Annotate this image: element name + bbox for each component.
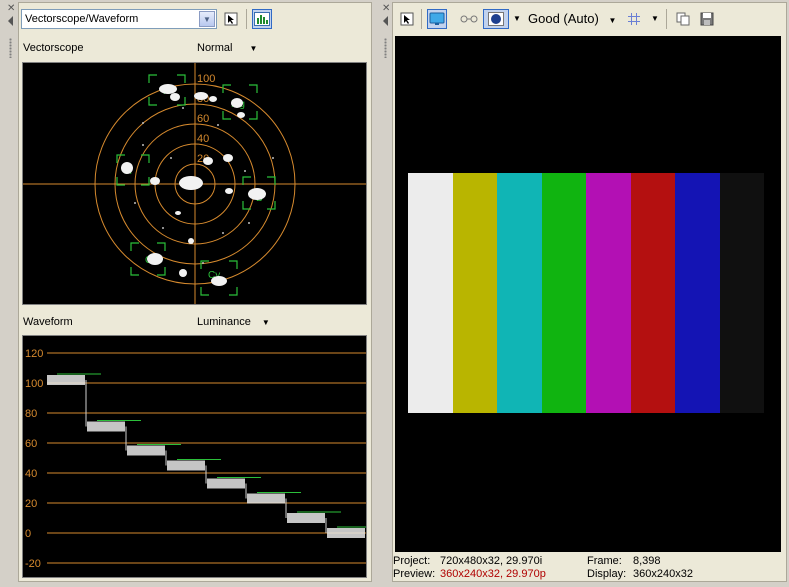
project-value: 720x480x32, 29.970i xyxy=(440,555,543,567)
waveform-mode-dropdown[interactable]: Luminance ▼ xyxy=(197,316,270,328)
overlays-dropdown-arrow-icon[interactable]: ▼ xyxy=(513,14,521,23)
vectorscope-mode-dropdown[interactable]: Normal ▼ xyxy=(197,42,257,54)
preview-label: Preview: xyxy=(393,568,436,580)
color-bars-image xyxy=(408,173,764,413)
waveform-scale-label: 80 xyxy=(25,408,37,420)
copy-snapshot-button[interactable] xyxy=(673,9,693,29)
grid-icon xyxy=(628,13,640,25)
preview-quality-dropdown[interactable]: Good (Auto) ▼ xyxy=(528,11,616,26)
split-screen-button[interactable] xyxy=(459,9,479,29)
scope-settings-button[interactable] xyxy=(221,9,241,29)
toolbar-separator xyxy=(421,9,422,29)
dropdown-arrow-icon: ▼ xyxy=(261,318,270,327)
dropdown-arrow-icon: ▼ xyxy=(608,16,617,25)
color-bar-0 xyxy=(408,173,453,413)
waveform-scale-label: 40 xyxy=(25,468,37,480)
monitor-icon xyxy=(429,12,445,25)
waveform-step xyxy=(127,445,165,456)
right-toolbar-grip[interactable] xyxy=(384,38,387,58)
frame-value: 8,398 xyxy=(633,555,661,567)
waveform-scale-label: 20 xyxy=(25,498,37,510)
chevron-down-icon[interactable]: ▼ xyxy=(199,11,215,27)
right-window-collapse-icon[interactable] xyxy=(383,16,388,26)
left-window-collapse-icon[interactable] xyxy=(8,16,13,26)
waveform-step xyxy=(87,421,125,432)
color-bar-6 xyxy=(675,173,720,413)
ring-label-40: 40 xyxy=(197,133,209,145)
waveform-mode-value: Luminance xyxy=(197,316,251,328)
color-bar-7 xyxy=(719,173,764,413)
vectorscope-graph: 100 80 60 40 20 R Mg Yl B G Cy xyxy=(23,63,366,304)
color-bar-5 xyxy=(630,173,675,413)
update-scopes-button[interactable] xyxy=(252,9,272,29)
waveform-scale-label: 100 xyxy=(25,378,43,390)
waveform-graph: 120 100 80 60 40 20 0 -20 xyxy=(25,348,381,570)
scope-type-select[interactable]: Vectorscope/Waveform ▼ xyxy=(21,9,217,29)
overlay-icon xyxy=(488,12,504,26)
vectorscope-display: 100 80 60 40 20 R Mg Yl B G Cy xyxy=(22,62,367,305)
copy-icon xyxy=(676,12,690,26)
preview-quality-value: Good (Auto) xyxy=(528,11,599,26)
status-bar: Project: 720x480x32, 29.970i Preview: 36… xyxy=(393,555,786,582)
waveform-scale-label: 120 xyxy=(25,348,43,360)
waveform-scale-label: 0 xyxy=(25,528,31,540)
grid-button[interactable] xyxy=(624,9,644,29)
waveform-scale-label: -20 xyxy=(25,558,41,570)
right-window-close-icon[interactable]: ✕ xyxy=(382,4,392,14)
project-label: Project: xyxy=(393,555,431,567)
histogram-icon xyxy=(254,12,270,26)
settings-cursor-icon xyxy=(400,12,414,26)
left-toolbar-grip[interactable] xyxy=(9,38,12,58)
external-monitor-button[interactable] xyxy=(427,9,447,29)
display-label: Display: xyxy=(587,568,627,580)
split-view-icon xyxy=(460,15,478,23)
waveform-step xyxy=(167,460,205,471)
grid-dropdown-arrow-icon[interactable]: ▼ xyxy=(651,14,659,23)
waveform-display: 120 100 80 60 40 20 0 -20 xyxy=(22,335,381,578)
display-value: 360x240x32 xyxy=(633,568,693,580)
preview-value: 360x240x32, 29.970p xyxy=(440,568,546,580)
waveform-step xyxy=(327,528,365,538)
frame-label: Frame: xyxy=(587,555,622,567)
waveform-step xyxy=(207,478,245,489)
overlays-button[interactable] xyxy=(483,9,509,29)
waveform-step xyxy=(247,493,285,504)
scope-type-value: Vectorscope/Waveform xyxy=(25,13,139,25)
waveform-step xyxy=(47,375,85,385)
dropdown-arrow-icon: ▼ xyxy=(249,44,258,53)
vectorscope-label: Vectorscope xyxy=(23,42,84,54)
save-snapshot-button[interactable] xyxy=(697,9,717,29)
waveform-label: Waveform xyxy=(23,316,73,328)
toolbar-separator xyxy=(666,9,667,29)
ring-label-60: 60 xyxy=(197,113,209,125)
ring-label-100: 100 xyxy=(197,73,215,85)
video-preview[interactable] xyxy=(395,36,781,552)
preview-settings-button[interactable] xyxy=(397,9,417,29)
toolbar-separator xyxy=(246,9,247,29)
waveform-scale-label: 60 xyxy=(25,438,37,450)
color-bar-1 xyxy=(452,173,497,413)
waveform-step xyxy=(287,513,325,523)
left-window-close-icon[interactable]: ✕ xyxy=(7,4,17,14)
color-bar-2 xyxy=(497,173,542,413)
vectorscope-mode-value: Normal xyxy=(197,42,233,54)
save-icon xyxy=(700,12,714,26)
settings-cursor-icon xyxy=(224,12,238,26)
color-bar-3 xyxy=(541,173,586,413)
color-bar-4 xyxy=(586,173,631,413)
